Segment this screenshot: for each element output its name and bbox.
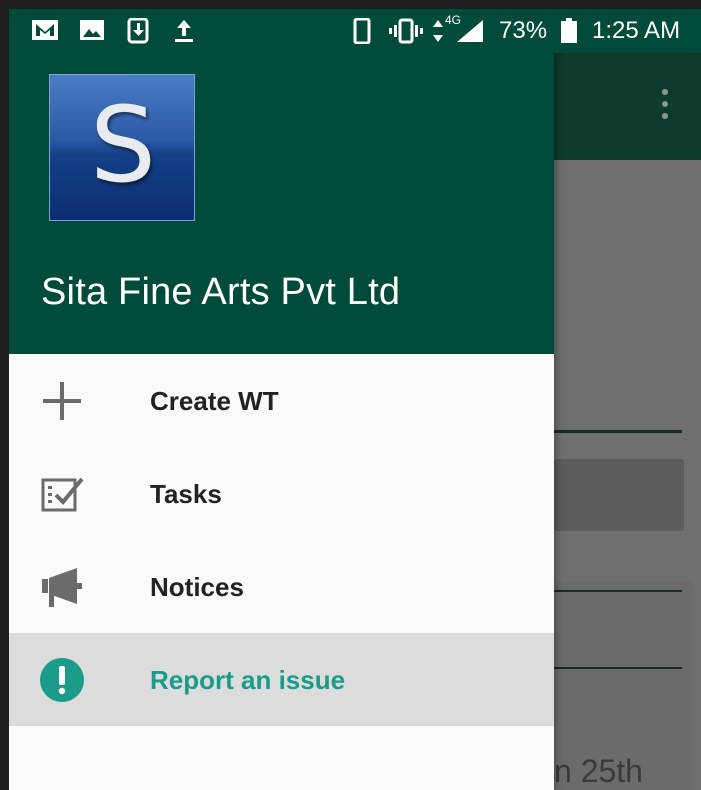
drawer-header: S Sita Fine Arts Pvt Ltd <box>9 53 554 354</box>
screen: n 25th S Sita Fine Arts Pvt Ltd Create W… <box>9 9 701 790</box>
data-transfer-icon <box>433 20 443 42</box>
company-logo: S <box>49 74 195 221</box>
menu-item-label: Report an issue <box>150 665 346 695</box>
overflow-menu-icon[interactable] <box>662 89 668 125</box>
logo-letter: S <box>89 84 156 206</box>
download-icon <box>127 18 149 44</box>
clock: 1:25 AM <box>592 17 681 44</box>
cell-signal-icon <box>457 20 483 42</box>
plus-icon <box>43 382 81 420</box>
company-name: Sita Fine Arts Pvt Ltd <box>41 271 401 313</box>
megaphone-icon <box>42 568 82 607</box>
vibrate-icon <box>389 18 423 44</box>
image-icon <box>80 20 104 40</box>
phone-icon <box>353 18 371 44</box>
background-input <box>554 459 684 531</box>
menu-item-label: Create WT <box>150 386 279 416</box>
drawer-menu: Create WT Tasks Notices Report an issue <box>9 354 554 726</box>
menu-item-notices[interactable]: Notices <box>9 540 554 633</box>
menu-item-label: Notices <box>150 572 244 602</box>
menu-item-label: Tasks <box>150 479 222 509</box>
alert-icon <box>40 658 84 702</box>
battery-icon <box>561 18 577 43</box>
background-divider <box>554 590 682 592</box>
menu-item-create-wt[interactable]: Create WT <box>9 354 554 447</box>
upload-icon <box>175 20 193 42</box>
background-date-text: n 25th <box>554 753 643 789</box>
background-divider <box>554 430 682 433</box>
background-divider <box>554 667 682 669</box>
status-bar: 4G 73% 1:25 AM <box>9 9 701 53</box>
menu-item-report-issue[interactable]: Report an issue <box>9 633 554 726</box>
menu-item-tasks[interactable]: Tasks <box>9 447 554 540</box>
background-toolbar <box>554 53 701 160</box>
navigation-drawer: S Sita Fine Arts Pvt Ltd Create WT Tasks… <box>9 9 554 790</box>
battery-percent: 73% <box>499 17 548 44</box>
gmail-icon <box>32 20 58 40</box>
tasks-checklist-icon <box>41 477 84 512</box>
